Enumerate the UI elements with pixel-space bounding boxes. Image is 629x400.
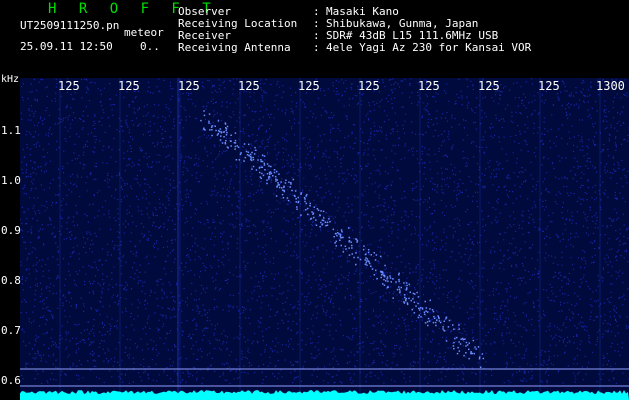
- info-value-antenna: 4ele Yagi Az 230 for Kansai VOR: [326, 41, 532, 54]
- info-colon: :: [313, 41, 320, 54]
- event-count: 0..: [140, 40, 160, 53]
- x-tick-label: 125: [178, 79, 200, 93]
- x-tick-label: 125: [538, 79, 560, 93]
- y-tick-label: 0.9: [1, 224, 21, 237]
- spectrogram: [20, 78, 629, 400]
- file-name: UT2509111250.pn: [20, 19, 120, 32]
- y-tick-label: 0.6: [1, 374, 21, 387]
- y-tick-label: 1.0: [1, 174, 21, 187]
- x-axis: 125 125 125 125 125 125 125 125 125 1300: [0, 79, 629, 93]
- x-tick-label: 125: [358, 79, 380, 93]
- x-tick-label: 125: [418, 79, 440, 93]
- x-tick-label: 125: [118, 79, 140, 93]
- y-tick-label: 0.7: [1, 324, 21, 337]
- date-time: 25.09.11 12:50: [20, 40, 113, 53]
- x-tick-label: 125: [478, 79, 500, 93]
- x-tick-label: 125: [238, 79, 260, 93]
- x-tick-label: 125: [58, 79, 80, 93]
- x-tick-label: 125: [298, 79, 320, 93]
- y-tick-label: 0.8: [1, 274, 21, 287]
- header-panel: H R O F F T UT2509111250.pn meteor 25.09…: [0, 0, 629, 78]
- info-label-antenna: Receiving Antenna: [178, 41, 291, 54]
- spectrogram-background: [20, 78, 629, 400]
- event-type: meteor: [124, 26, 164, 39]
- y-tick-label: 1.1: [1, 124, 21, 137]
- x-tick-label: 1300: [596, 79, 625, 93]
